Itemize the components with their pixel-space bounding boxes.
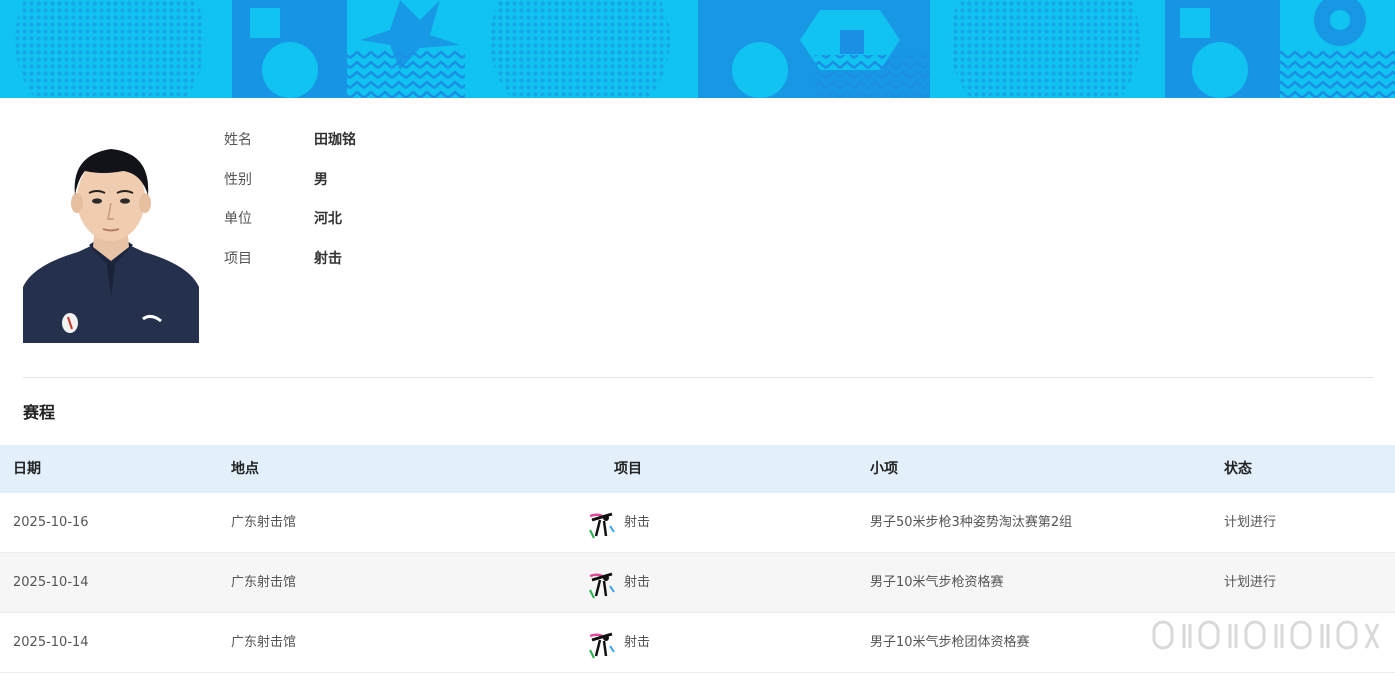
row-status: 计划进行 (1224, 575, 1277, 590)
row-date: 2025-10-14 (13, 575, 89, 590)
column-header-event: 小项 (870, 461, 898, 477)
banner-pattern (0, 0, 1395, 98)
table-row[interactable]: 2025-10-14 广东射击馆 射击 男子10米气步枪资格赛 计划进行 (0, 553, 1395, 613)
column-header-venue: 地点 (231, 461, 259, 477)
row-event: 男子10米气步枪团体资格赛 (870, 635, 1030, 650)
field-gender-label: 性别 (224, 172, 252, 188)
row-venue: 广东射击馆 (231, 575, 297, 590)
table-row[interactable]: 2025-10-16 广东射击馆 射击 男子50米步枪3种姿势淘汰赛第2组 计划… (0, 493, 1395, 553)
column-header-sport: 项目 (614, 461, 642, 477)
row-sport: 射击 (586, 613, 650, 672)
field-team-value: 河北 (314, 211, 342, 227)
weibo-watermark-icon (1150, 618, 1382, 652)
row-sport-label: 射击 (624, 575, 651, 590)
athlete-photo (23, 137, 199, 343)
shooting-icon (586, 567, 618, 599)
row-date: 2025-10-14 (13, 635, 89, 650)
row-sport: 射击 (586, 493, 650, 552)
row-event: 男子50米步枪3种姿势淘汰赛第2组 (870, 515, 1073, 530)
field-sport-label: 项目 (224, 251, 252, 267)
shooting-icon (586, 507, 618, 539)
row-event: 男子10米气步枪资格赛 (870, 575, 1004, 590)
row-sport-label: 射击 (624, 515, 651, 530)
row-sport-label: 射击 (624, 635, 651, 650)
schedule-title: 赛程 (23, 403, 56, 422)
shooting-icon (586, 627, 618, 659)
row-sport: 射击 (586, 553, 650, 612)
section-divider (23, 377, 1373, 378)
field-sport-value: 射击 (314, 251, 342, 267)
column-header-status: 状态 (1224, 461, 1252, 477)
header-banner (0, 0, 1395, 98)
field-name-label: 姓名 (224, 132, 252, 148)
field-name-value: 田珈铭 (314, 132, 356, 148)
row-date: 2025-10-16 (13, 515, 89, 530)
table-header: 日期 地点 项目 小项 状态 (0, 445, 1395, 493)
row-status: 计划进行 (1224, 515, 1277, 530)
column-header-date: 日期 (13, 461, 41, 477)
row-venue: 广东射击馆 (231, 635, 297, 650)
field-team-label: 单位 (224, 211, 252, 227)
field-gender-value: 男 (314, 172, 328, 188)
row-venue: 广东射击馆 (231, 515, 297, 530)
